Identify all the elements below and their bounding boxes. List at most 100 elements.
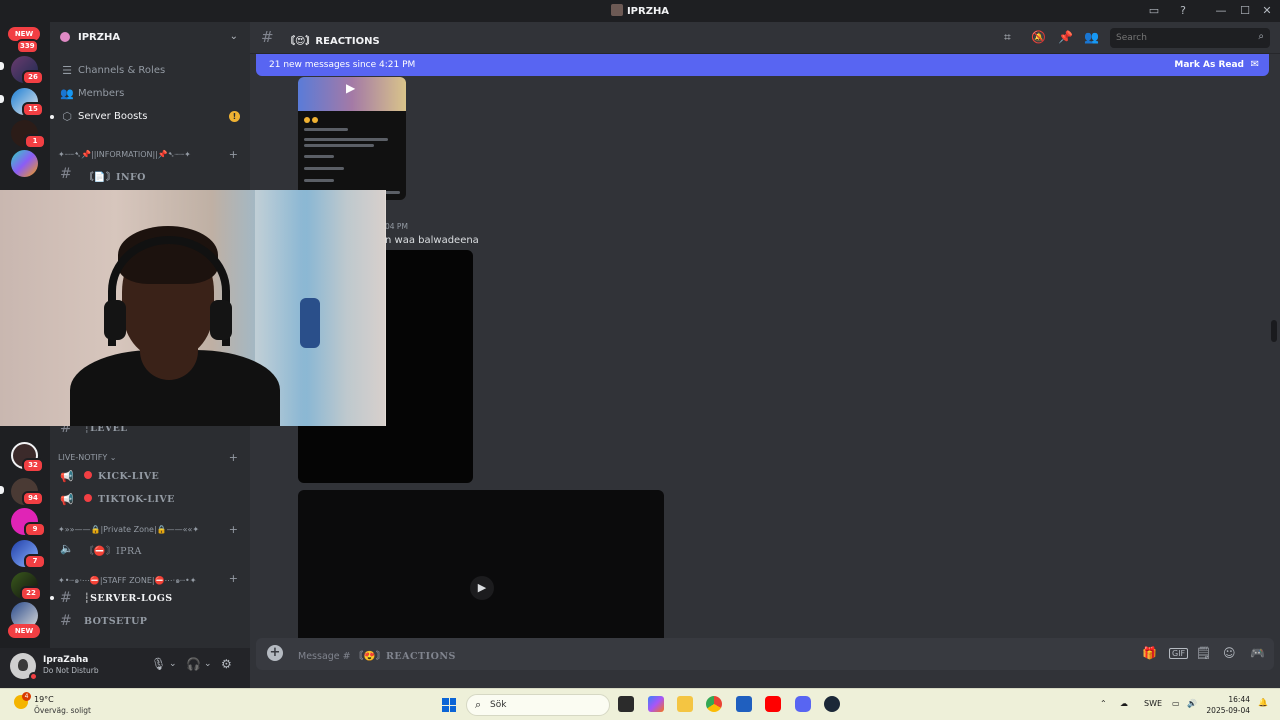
play-icon[interactable]: ▶: [470, 576, 494, 600]
search-icon: ⌕: [475, 698, 482, 711]
window-title: IPRZHA: [0, 4, 1280, 17]
maximize-button[interactable]: ☐: [1237, 3, 1253, 19]
locked-voice-icon: 🔈: [60, 542, 75, 555]
channel-tiktok-live[interactable]: 📢 TIKTOK-LIVE: [60, 489, 240, 509]
gear-icon[interactable]: ⚙: [221, 657, 232, 671]
headphones-icon[interactable]: 🎧: [186, 657, 201, 671]
unread-indicator: [0, 95, 4, 103]
volume-icon[interactable]: 🔊: [1187, 699, 1197, 708]
channel-title: 〘😍〙REACTIONS: [285, 36, 380, 47]
controller-icon[interactable]: 🎮: [1250, 646, 1265, 660]
mark-as-read-button[interactable]: Mark As Read: [1174, 60, 1244, 70]
mention-badge: 1: [24, 134, 46, 149]
category-information[interactable]: ✦┈┈➷📌||INFORMATION||📌➷┈┈✦ +: [58, 148, 242, 161]
image-attachment[interactable]: ▶: [298, 77, 406, 200]
message-input[interactable]: Message # 〘😍〙REACTIONS: [298, 648, 456, 662]
microphone-icon[interactable]: 🎙: [151, 657, 166, 671]
network-icon[interactable]: ▭: [1172, 699, 1180, 708]
chevron-down-icon: ⌄: [109, 453, 117, 462]
message-composer[interactable]: + Message # 〘😍〙REACTIONS 🎁 GIF 🗒 ☺ 🎮: [256, 638, 1274, 670]
channel-info[interactable]: # 〘📄〙INFO: [60, 164, 240, 184]
tray-overflow-icon[interactable]: ⌃: [1100, 699, 1107, 708]
weather-badge: 4: [22, 692, 31, 701]
sidebar-item-members[interactable]: 👥 Members: [60, 84, 242, 104]
youtube-icon[interactable]: [765, 696, 781, 712]
copilot-icon[interactable]: [648, 696, 664, 712]
system-clock[interactable]: 16:44 2025-09-04: [1206, 694, 1250, 716]
message-timestamp: 04 PM: [385, 222, 408, 231]
notification-icon[interactable]: 🔔: [1258, 698, 1268, 707]
server-icon[interactable]: [11, 150, 38, 177]
minimize-button[interactable]: —: [1213, 3, 1229, 19]
hash-icon: #: [261, 28, 274, 46]
category-private-zone[interactable]: ✦»»——🔒|Private Zone|🔒——««✦ +: [58, 523, 242, 536]
new-servers-pill[interactable]: NEW: [8, 624, 40, 638]
category-live-notify[interactable]: LIVE-NOTIFY ⌄ +: [58, 451, 242, 464]
add-channel-icon[interactable]: +: [229, 572, 238, 585]
steam-icon[interactable]: [824, 696, 840, 712]
scrollbar-thumb[interactable]: [1271, 320, 1277, 342]
emoji-icon[interactable]: ☺: [1223, 646, 1236, 660]
chevron-down-icon[interactable]: ⌄: [204, 659, 212, 669]
sidebar-item-channels-roles[interactable]: ☰ Channels & Roles: [60, 61, 242, 81]
help-icon[interactable]: ?: [1175, 3, 1191, 19]
gift-icon[interactable]: 🎁: [1142, 646, 1157, 660]
user-status: Do Not Disturb: [43, 666, 99, 675]
members-icon[interactable]: 👥: [1084, 30, 1099, 44]
server-header[interactable]: IPRZHA ⌄: [50, 22, 250, 54]
unread-indicator: [50, 115, 54, 119]
chrome-icon[interactable]: [706, 696, 722, 712]
user-panel: IpraZaha Do Not Disturb 🎙 ⌄ 🎧 ⌄ ⚙: [0, 648, 250, 688]
mention-badge: 32: [22, 458, 44, 473]
video-attachment[interactable]: ▶: [298, 490, 664, 640]
chevron-down-icon[interactable]: ⌄: [169, 659, 177, 669]
chat-main: # 〘😍〙REACTIONS ⌗ 🔕 📌 👥 ⌕ 21 new messages…: [250, 22, 1280, 688]
taskbar-search[interactable]: ⌕ Sök: [466, 694, 610, 716]
close-button[interactable]: ✕: [1259, 3, 1275, 19]
unread-indicator: [50, 596, 54, 600]
gif-icon[interactable]: GIF: [1169, 648, 1189, 659]
file-explorer-icon[interactable]: [677, 696, 693, 712]
chevron-down-icon[interactable]: ⌄: [230, 31, 238, 42]
channel-botsetup[interactable]: # BOTSETUP: [60, 611, 240, 631]
start-button[interactable]: [442, 698, 456, 712]
discord-icon[interactable]: [795, 696, 811, 712]
mention-badge: 94: [22, 491, 44, 506]
store-icon[interactable]: [736, 696, 752, 712]
weather-temperature: 19°C: [34, 695, 54, 704]
unread-indicator: [0, 62, 4, 70]
add-channel-icon[interactable]: +: [229, 451, 238, 464]
channel-ipra[interactable]: 🔈 〘⛔〙IPRA: [60, 538, 240, 558]
search-icon: ⌕: [1258, 31, 1264, 42]
window-titlebar: IPRZHA ▭ ? — ☐ ✕: [0, 0, 1280, 22]
add-attachment-icon[interactable]: +: [267, 645, 283, 661]
task-view-icon[interactable]: [618, 696, 634, 712]
pin-icon[interactable]: 📌: [1058, 30, 1073, 44]
channel-server-logs[interactable]: # ┆SERVER-LOGS: [50, 588, 240, 608]
search-input[interactable]: [1110, 28, 1270, 48]
category-staff-zone[interactable]: ✦•┈๑⋅⋯⛔|STAFF ZONE|⛔⋯⋅๑┈•✦ +: [58, 572, 242, 587]
tray-app-icon[interactable]: ☁: [1120, 699, 1128, 708]
weather-condition: Överväg. soligt: [34, 706, 91, 715]
screen-share-icon[interactable]: ▭: [1146, 3, 1162, 19]
channel-kick-live[interactable]: 📢 KICK-LIVE: [60, 466, 240, 486]
channel-header: # 〘😍〙REACTIONS ⌗ 🔕 📌 👥 ⌕: [250, 22, 1280, 54]
unread-indicator: [0, 486, 4, 494]
message-text: n waa balwadeena: [385, 235, 479, 246]
sticker-icon[interactable]: 🗒: [1196, 646, 1211, 660]
sidebar-item-server-boosts[interactable]: ⬡ Server Boosts !: [50, 107, 242, 127]
server-flower-icon: [60, 32, 70, 42]
notification-bell-icon[interactable]: 🔕: [1031, 30, 1046, 44]
mention-badge: 22: [20, 586, 42, 601]
threads-icon[interactable]: ⌗: [1004, 30, 1011, 45]
play-icon: ▶: [346, 81, 356, 95]
mark-read-icon: ✉: [1250, 59, 1259, 70]
add-channel-icon[interactable]: +: [229, 148, 238, 161]
language-indicator[interactable]: SWE: [1144, 699, 1162, 708]
new-messages-text: 21 new messages since 4:21 PM: [269, 60, 416, 70]
new-messages-bar[interactable]: 21 new messages since 4:21 PM Mark As Re…: [256, 54, 1269, 76]
username[interactable]: IpraZaha: [43, 655, 88, 665]
webcam-overlay: [0, 190, 386, 426]
add-channel-icon[interactable]: +: [229, 523, 238, 536]
server-name: IPRZHA: [78, 32, 121, 43]
